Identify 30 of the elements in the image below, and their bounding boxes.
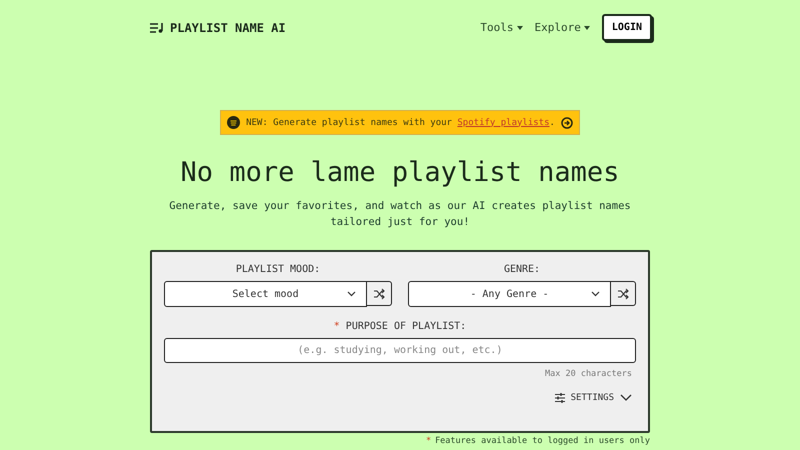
shuffle-icon: [617, 288, 629, 300]
field-label: PURPOSE OF PLAYLIST:: [346, 321, 466, 332]
footnote-text: Features available to logged in users only: [435, 436, 650, 446]
sliders-icon: [554, 393, 565, 403]
chevron-down-icon: [591, 291, 600, 297]
shuffle-button[interactable]: [367, 281, 392, 306]
nav-menu[interactable]: Explore: [534, 21, 590, 34]
arrow-circle-icon: [560, 116, 573, 128]
shuffle-button[interactable]: [611, 281, 636, 306]
chevron-down-icon: [620, 394, 632, 402]
field-label: GENRE:: [504, 264, 540, 275]
character-limit-hint: Max 20 characters: [544, 369, 633, 379]
music-app-icon: [227, 116, 240, 129]
caret-icon: [516, 26, 523, 30]
login-button[interactable]: LOGIN: [602, 14, 652, 41]
field-label: PLAYLIST MOOD:: [236, 264, 320, 275]
banner-text: NEW: Generate playlist names with your Spotify playlists.: [246, 118, 555, 128]
page-subtitle: Generate, save your favorites, and watch as our AI creates playlist names tailored just for you!: [168, 199, 632, 230]
settings-toggle[interactable]: SETTINGS: [550, 393, 636, 403]
footnote-asterisk: *: [426, 436, 432, 446]
required-asterisk: *: [334, 321, 340, 332]
playlist-icon: [150, 22, 164, 32]
dropdown[interactable]: - Any Genre -: [408, 281, 611, 307]
shuffle-icon: [373, 288, 385, 300]
page-title: No more lame playlist names: [180, 157, 620, 188]
caret-icon: [584, 26, 590, 30]
nav-menu[interactable]: Tools: [480, 21, 523, 34]
purpose-input-field[interactable]: (e.g. studying, working out, etc.): [164, 338, 636, 363]
chevron-down-icon: [347, 291, 356, 297]
dropdown[interactable]: Select mood: [164, 281, 367, 307]
